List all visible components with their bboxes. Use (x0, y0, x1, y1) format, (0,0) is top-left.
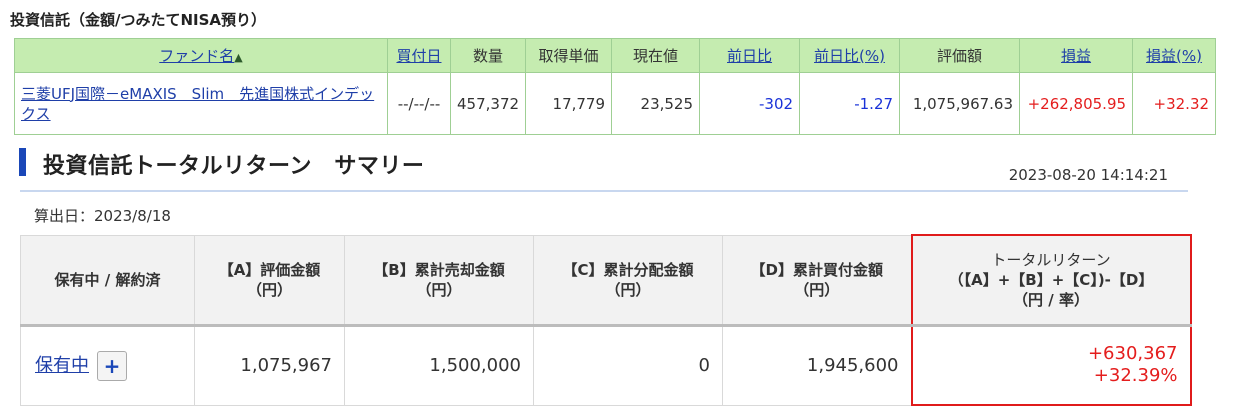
total-return-table: 保有中 / 解約済 【A】評価金額 （円） 【B】累計売却金額 （円） 【C】累… (20, 234, 1192, 406)
sort-buy-date-link[interactable]: 買付日 (396, 47, 441, 65)
expand-plus-button[interactable]: + (97, 350, 127, 381)
col-d-bought: 【D】累計買付金額 （円） (722, 234, 912, 326)
total-return-yen: +630,367 (1087, 343, 1178, 365)
col-d-unit: （円） (794, 280, 840, 299)
col-b-unit: （円） (416, 280, 462, 299)
calc-date: 算出日：2023/8/18 (34, 207, 171, 225)
day-change-cell: -302 (699, 72, 801, 135)
col-fund-name[interactable]: ファンド名▲ (14, 38, 388, 73)
avg-price-cell: 17,779 (525, 72, 613, 135)
col-status: 保有中 / 解約済 (20, 234, 195, 326)
total-return-unit: （円 / 率） (1013, 290, 1089, 309)
a-valuation-cell: 1,075,967 (194, 324, 345, 406)
col-day-change[interactable]: 前日比 (699, 38, 801, 73)
summary-divider (20, 190, 1188, 192)
day-change-pct-cell: -1.27 (799, 72, 901, 135)
col-b-label: 【B】累計売却金額 (373, 260, 505, 279)
fund-name-link[interactable]: 三菱UFJ国際－eMAXIS Slim 先進国株式インデックス (21, 85, 374, 123)
fund-name-cell[interactable]: 三菱UFJ国際－eMAXIS Slim 先進国株式インデックス (14, 72, 388, 135)
col-a-valuation: 【A】評価金額 （円） (194, 234, 345, 326)
status-cell: 保有中 + (20, 324, 195, 406)
col-profit[interactable]: 損益 (1019, 38, 1134, 73)
col-c-dividends: 【C】累計分配金額 （円） (533, 234, 723, 326)
col-avg-price: 取得単価 (525, 38, 613, 73)
total-return-header: 保有中 / 解約済 【A】評価金額 （円） 【B】累計売却金額 （円） 【C】累… (20, 234, 1192, 326)
total-return-cell: +630,367 +32.39% (910, 324, 1192, 406)
b-sold-cell: 1,500,000 (344, 324, 534, 406)
col-profit-pct[interactable]: 損益(%) (1132, 38, 1217, 73)
col-current-price: 現在値 (611, 38, 701, 73)
summary-timestamp: 2023-08-20 14:14:21 (1008, 166, 1168, 184)
table-row: 三菱UFJ国際－eMAXIS Slim 先進国株式インデックス --/--/--… (14, 72, 1217, 135)
sort-day-change-pct-link[interactable]: 前日比(%) (814, 47, 885, 65)
col-quantity: 数量 (449, 38, 527, 73)
quantity-cell: 457,372 (449, 72, 527, 135)
fund-holdings-table: ファンド名▲ 買付日 数量 取得単価 現在値 前日比 前日比(%) 評価額 損益… (14, 38, 1217, 135)
profit-pct-cell: +32.32 (1132, 72, 1217, 135)
total-return-pct: +32.39% (1093, 365, 1178, 387)
profit-cell: +262,805.95 (1019, 72, 1134, 135)
d-bought-cell: 1,945,600 (722, 324, 912, 406)
col-a-label: 【A】評価金額 (218, 260, 321, 279)
col-a-unit: （円） (246, 280, 292, 299)
total-return-label: トータルリターン (991, 250, 1111, 269)
c-dividends-cell: 0 (533, 324, 723, 406)
col-c-label: 【C】累計分配金額 (562, 260, 694, 279)
total-return-formula: （【A】+【B】+【C】)-【D】 (948, 270, 1154, 289)
fund-table-header: ファンド名▲ 買付日 数量 取得単価 現在値 前日比 前日比(%) 評価額 損益… (14, 38, 1217, 73)
sort-triangle-icon: ▲ (234, 51, 243, 64)
col-total-return: トータルリターン （【A】+【B】+【C】)-【D】 （円 / 率） (910, 234, 1192, 326)
col-c-unit: （円） (605, 280, 651, 299)
sort-day-change-link[interactable]: 前日比 (727, 47, 772, 65)
valuation-cell: 1,075,967.63 (899, 72, 1021, 135)
col-day-change-pct[interactable]: 前日比(%) (799, 38, 901, 73)
col-d-label: 【D】累計買付金額 (750, 260, 883, 279)
holding-status-link[interactable]: 保有中 (35, 355, 89, 376)
current-price-cell: 23,525 (611, 72, 701, 135)
col-valuation: 評価額 (899, 38, 1021, 73)
col-b-sold: 【B】累計売却金額 （円） (344, 234, 534, 326)
summary-title-bar (19, 148, 26, 176)
sort-profit-pct-link[interactable]: 損益(%) (1146, 47, 1202, 65)
buy-date-cell: --/--/-- (387, 72, 451, 135)
sort-profit-link[interactable]: 損益 (1061, 47, 1091, 65)
col-buy-date[interactable]: 買付日 (387, 38, 451, 73)
sort-fund-name-link[interactable]: ファンド名 (159, 47, 234, 65)
section-title: 投資信託（金額/つみたてNISA預り） (10, 11, 267, 29)
table-row: 保有中 + 1,075,967 1,500,000 0 1,945,600 +63… (20, 324, 1192, 406)
summary-title: 投資信託トータルリターン サマリー (43, 154, 425, 179)
